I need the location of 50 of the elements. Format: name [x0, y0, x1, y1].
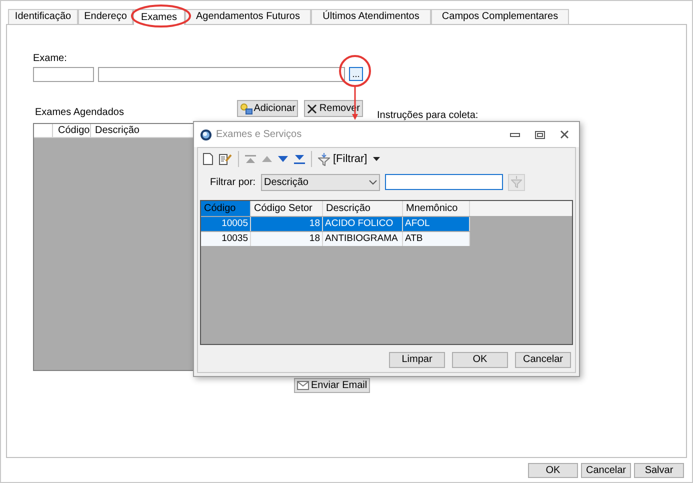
- tab[interactable]: Campos Complementares: [431, 9, 569, 24]
- dialog-button[interactable]: Cancelar: [581, 463, 631, 478]
- field-label: Filtrar por:: [210, 176, 257, 190]
- tab[interactable]: Agendamentos Futuros: [185, 9, 311, 24]
- section-label: Exames Agendados: [35, 106, 125, 120]
- section-label: Instruções para coleta:: [377, 110, 478, 121]
- dialog-button[interactable]: OK: [528, 463, 578, 478]
- minimize-icon[interactable]: [510, 132, 520, 138]
- annotation-ellipse: [131, 4, 191, 28]
- exam-name-field[interactable]: [98, 66, 345, 82]
- table-cell: ANTIBIOGRAMA: [323, 232, 403, 246]
- table-cell: ATB: [403, 232, 470, 246]
- filter-input[interactable]: [385, 174, 503, 190]
- tab[interactable]: Exames: [133, 9, 185, 25]
- table-cell: 10035: [201, 232, 251, 246]
- dialog-button[interactable]: Limpar: [389, 352, 445, 368]
- caret-icon: [373, 157, 380, 161]
- lookup-button[interactable]: ...: [349, 67, 363, 81]
- add-icon: [240, 102, 253, 114]
- edit-document-icon[interactable]: [219, 153, 232, 165]
- filter-by-dropdown[interactable]: Descrição: [261, 174, 380, 190]
- dialog-button[interactable]: Salvar: [634, 463, 684, 478]
- add-button[interactable]: Adicionar: [236, 100, 298, 117]
- chevron-icon: [369, 180, 377, 184]
- tab[interactable]: Identificação: [8, 9, 78, 24]
- dialog-title: Exames e Serviços: [216, 128, 302, 142]
- dialog-button[interactable]: Cancelar: [515, 352, 571, 368]
- tab[interactable]: Endereço: [78, 9, 133, 24]
- field-label: Exame:: [33, 54, 68, 64]
- funnel-icon: [318, 152, 330, 166]
- exam-code-field[interactable]: [33, 66, 94, 82]
- column-header[interactable]: Código: [201, 201, 251, 216]
- funnel-icon: [511, 176, 522, 188]
- last-record-icon[interactable]: [294, 154, 305, 164]
- close-icon[interactable]: [560, 130, 569, 139]
- tab[interactable]: Últimos Atendimentos: [311, 9, 431, 24]
- filter-menu[interactable]: [Filtrar]: [318, 150, 380, 168]
- new-document-icon[interactable]: [203, 153, 213, 165]
- table-row[interactable]: 10005 18 ACIDO FOLICO AFOL: [201, 216, 470, 231]
- mail-icon: [297, 381, 309, 390]
- table-cell: 18: [251, 232, 323, 246]
- close-icon: [307, 104, 318, 114]
- email-button[interactable]: Enviar Email: [294, 378, 370, 393]
- app-logo-icon: [200, 128, 212, 140]
- column-header[interactable]: Código: [53, 124, 91, 137]
- down-arrow-icon[interactable]: [278, 156, 288, 162]
- maximize-icon[interactable]: [535, 130, 545, 138]
- annotation-circle: [339, 55, 371, 87]
- table-row[interactable]: 10035 18 ANTIBIOGRAMA ATB: [201, 231, 470, 246]
- dialog-button[interactable]: OK: [452, 352, 508, 368]
